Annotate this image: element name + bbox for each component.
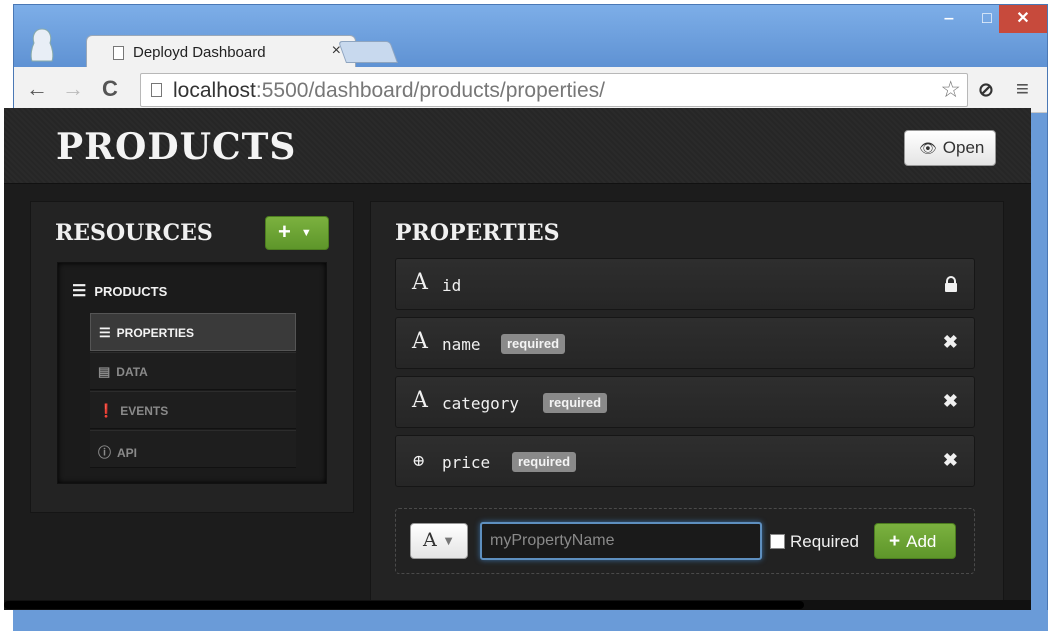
sub-item-events[interactable]: ❗ EVENTS: [90, 391, 296, 429]
required-badge: required: [501, 334, 566, 354]
property-name: id: [442, 276, 462, 295]
exclamation-circle-icon: ❗: [98, 403, 115, 418]
browser-tab[interactable]: Deployd Dashboard ×: [86, 35, 356, 68]
sub-item-label: EVENTS: [120, 404, 169, 418]
property-row-id[interactable]: A id: [395, 258, 975, 310]
page-icon: [113, 46, 124, 60]
horizontal-scrollbar[interactable]: [4, 600, 1031, 610]
sub-item-label: DATA: [116, 365, 148, 379]
remove-icon[interactable]: ✖: [943, 391, 958, 412]
url-path: :5500/dashboard/products/properties/: [255, 79, 605, 102]
resource-list: ☰ PRODUCTS ☰ PROPERTIES ▤ DATA ❗ EVENTS ⓘ API: [57, 262, 327, 484]
property-row-name[interactable]: A name required ✖: [395, 317, 975, 369]
user-profile-icon[interactable]: [28, 27, 56, 63]
open-button-label: Open: [942, 138, 985, 157]
url-text[interactable]: localhost:5500/dashboard/products/proper…: [173, 79, 605, 103]
string-type-icon: A: [412, 270, 428, 295]
plus-icon: +: [889, 531, 901, 552]
property-row-category[interactable]: A category required ✖: [395, 376, 975, 428]
required-checkbox[interactable]: [770, 534, 785, 549]
properties-title: PROPERTIES: [395, 220, 560, 246]
property-row-price[interactable]: ⊕ price required ✖: [395, 435, 975, 487]
page-header: PRODUCTS 👁 Open: [4, 108, 1031, 184]
list-icon: ☰: [72, 283, 87, 300]
caret-down-icon: ▼: [300, 227, 312, 240]
sub-item-label: API: [117, 446, 138, 460]
eye-icon: 👁: [919, 140, 937, 156]
open-button[interactable]: 👁 Open: [904, 130, 996, 166]
caret-down-icon: ▼: [444, 535, 453, 547]
string-type-icon: A: [412, 388, 428, 413]
sub-item-data[interactable]: ▤ DATA: [90, 352, 296, 390]
property-name-input[interactable]: [480, 522, 762, 560]
add-resource-button[interactable]: + ▼: [265, 216, 329, 250]
sub-item-api[interactable]: ⓘ API: [90, 430, 296, 468]
forward-arrow-icon[interactable]: →: [62, 76, 84, 102]
property-type-select[interactable]: A ▼: [410, 523, 468, 559]
page-title: PRODUCTS: [56, 126, 297, 168]
list-icon: ☰: [99, 325, 111, 340]
resource-item-products[interactable]: ☰ PRODUCTS: [72, 281, 167, 301]
new-tab-button[interactable]: [337, 41, 399, 63]
dashboard-page: PRODUCTS 👁 Open RESOURCES + ▼ ☰ PRODUCTS ☰ P…: [4, 108, 1031, 610]
reload-icon[interactable]: C: [102, 76, 118, 102]
type-select-value: A: [423, 529, 437, 551]
plus-circle-icon: ⊕: [412, 451, 426, 470]
required-label: Required: [790, 532, 859, 551]
menu-icon[interactable]: ≡: [1016, 76, 1029, 102]
add-button-label: Add: [906, 532, 937, 551]
resources-panel: RESOURCES + ▼ ☰ PRODUCTS ☰ PROPERTIES ▤ DATA…: [30, 201, 354, 513]
property-name: name: [442, 335, 481, 354]
resource-item-label: PRODUCTS: [94, 284, 168, 299]
window-bottom-border: [13, 610, 1048, 631]
string-type-icon: A: [412, 329, 428, 354]
resources-title: RESOURCES: [55, 220, 213, 246]
required-badge: required: [512, 452, 577, 472]
sub-item-label: PROPERTIES: [116, 326, 195, 340]
browser-toolbar: ← → C localhost:5500/dashboard/products/…: [14, 67, 1047, 113]
info-circle-icon: ⓘ: [98, 445, 112, 460]
plus-icon: +: [278, 219, 291, 244]
add-property-form: A▼ Required +Add: [395, 508, 975, 574]
property-name: price: [442, 453, 491, 472]
add-property-button[interactable]: + Add: [874, 523, 956, 559]
remove-icon[interactable]: ✖: [943, 450, 958, 471]
back-arrow-icon[interactable]: ←: [26, 76, 48, 102]
page-icon: [151, 83, 162, 97]
scrollbar-thumb[interactable]: [4, 601, 804, 609]
tab-title: Deployd Dashboard: [133, 44, 266, 61]
property-name: category: [442, 394, 520, 413]
table-icon: ▤: [98, 364, 111, 379]
title-bar: Deployd Dashboard × ‒ □ ✕: [14, 5, 1047, 68]
extension-icon[interactable]: ⊘: [978, 79, 994, 102]
minimize-button[interactable]: ‒: [931, 5, 967, 33]
properties-panel: PROPERTIES A id A name required ✖ A cate…: [370, 201, 1004, 603]
close-window-button[interactable]: ✕: [999, 5, 1047, 33]
required-badge: required: [543, 393, 608, 413]
remove-icon[interactable]: ✖: [943, 332, 958, 353]
url-host: localhost: [173, 79, 256, 102]
lock-icon: [945, 276, 957, 292]
sub-item-properties[interactable]: ☰ PROPERTIES: [90, 313, 296, 351]
bookmark-star-icon[interactable]: ☆: [940, 76, 961, 103]
address-bar[interactable]: localhost:5500/dashboard/products/proper…: [140, 73, 968, 107]
